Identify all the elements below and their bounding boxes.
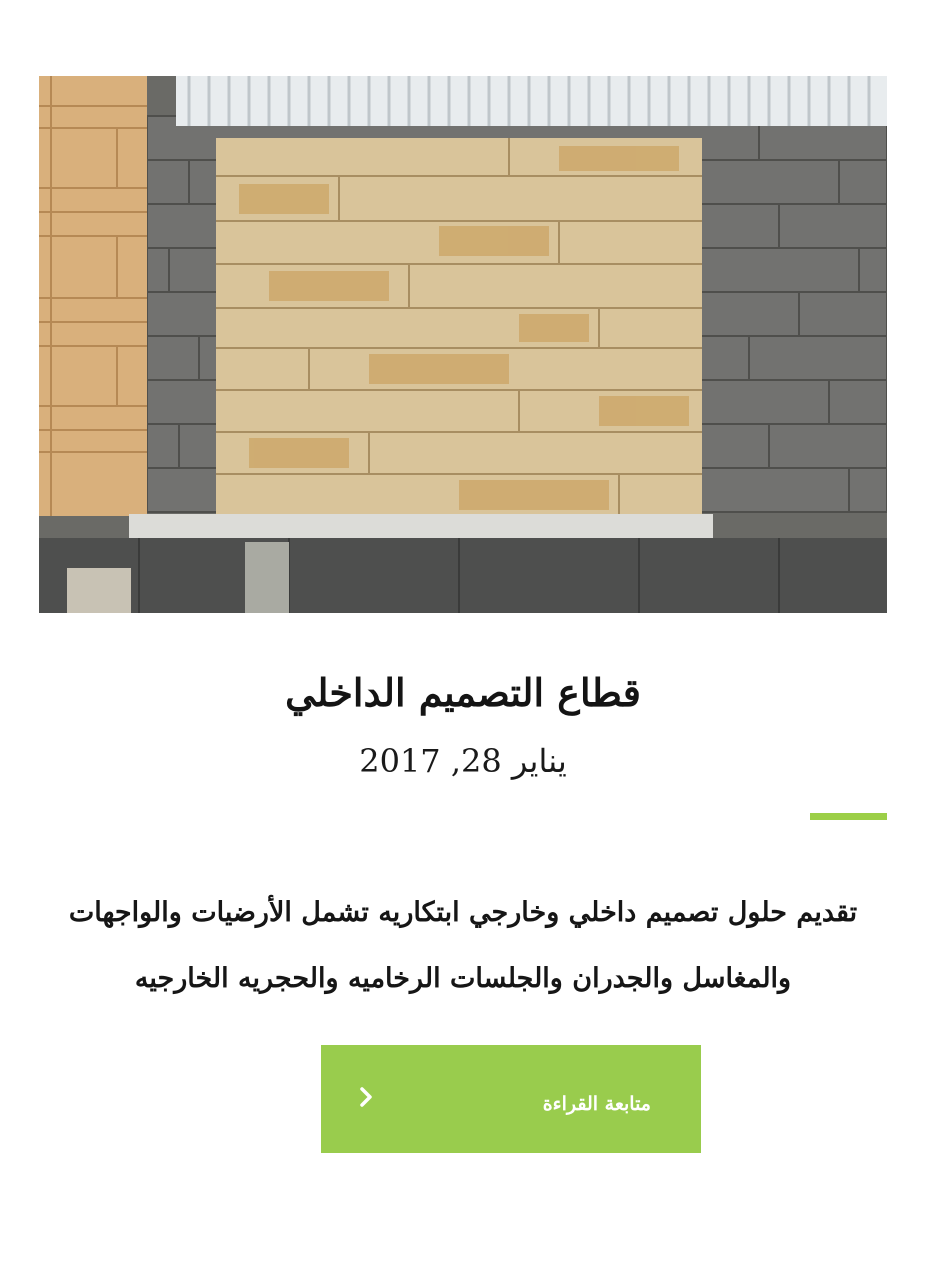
read-more-button[interactable]: متابعة القراءة [321, 1045, 701, 1153]
post-title[interactable]: قطاع التصميم الداخلي [0, 658, 926, 728]
accent-divider [810, 813, 887, 820]
post-featured-image[interactable] [39, 76, 887, 613]
post-date: يناير 28, 2017 [359, 742, 567, 780]
post-excerpt: تقديم حلول تصميم داخلي وخارجي ابتكاريه ت… [68, 897, 858, 994]
read-more-label: متابعة القراءة [542, 1093, 651, 1115]
chevron-right-icon [358, 1086, 374, 1108]
